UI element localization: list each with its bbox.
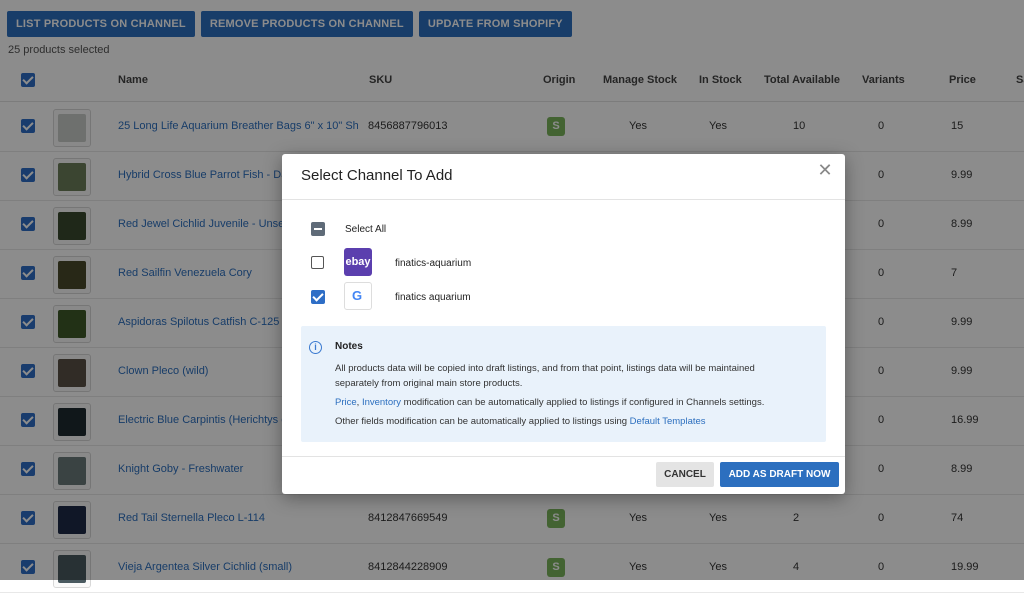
cancel-button[interactable]: CANCEL (656, 462, 714, 487)
google-icon: G (344, 282, 372, 310)
price-link[interactable]: Price (335, 397, 357, 408)
ebay-icon: ebay (344, 248, 372, 276)
notes-title: Notes (335, 341, 363, 352)
inventory-link[interactable]: Inventory (362, 397, 401, 408)
notes-panel: i Notes All products data will be copied… (301, 326, 826, 442)
notes-line-4-text: Other fields modification can be automat… (335, 416, 630, 427)
notes-line-3-text: modification can be automatically applie… (401, 397, 765, 408)
info-icon: i (309, 341, 322, 354)
divider (282, 456, 845, 457)
channel-checkbox-google[interactable] (311, 290, 325, 304)
notes-line-1: All products data will be copied into dr… (335, 363, 755, 374)
notes-line-3: Price, Inventory modification can be aut… (335, 397, 764, 408)
close-icon[interactable]: ✕ (815, 160, 835, 180)
select-all-channels-checkbox[interactable] (311, 222, 325, 236)
divider (282, 199, 845, 200)
select-all-label: Select All (345, 224, 387, 235)
channel-checkbox-ebay[interactable] (311, 256, 324, 269)
dialog-title: Select Channel To Add (301, 167, 453, 184)
channel-label-google: finatics aquarium (395, 292, 471, 303)
notes-line-4: Other fields modification can be automat… (335, 416, 706, 427)
add-as-draft-button[interactable]: ADD AS DRAFT NOW (720, 462, 839, 487)
select-channel-dialog: Select Channel To Add ✕ Select All ebay … (282, 154, 845, 494)
channel-label-ebay: finatics-aquarium (395, 258, 472, 269)
notes-line-2: separately from original main store prod… (335, 378, 523, 389)
default-templates-link[interactable]: Default Templates (630, 416, 706, 427)
